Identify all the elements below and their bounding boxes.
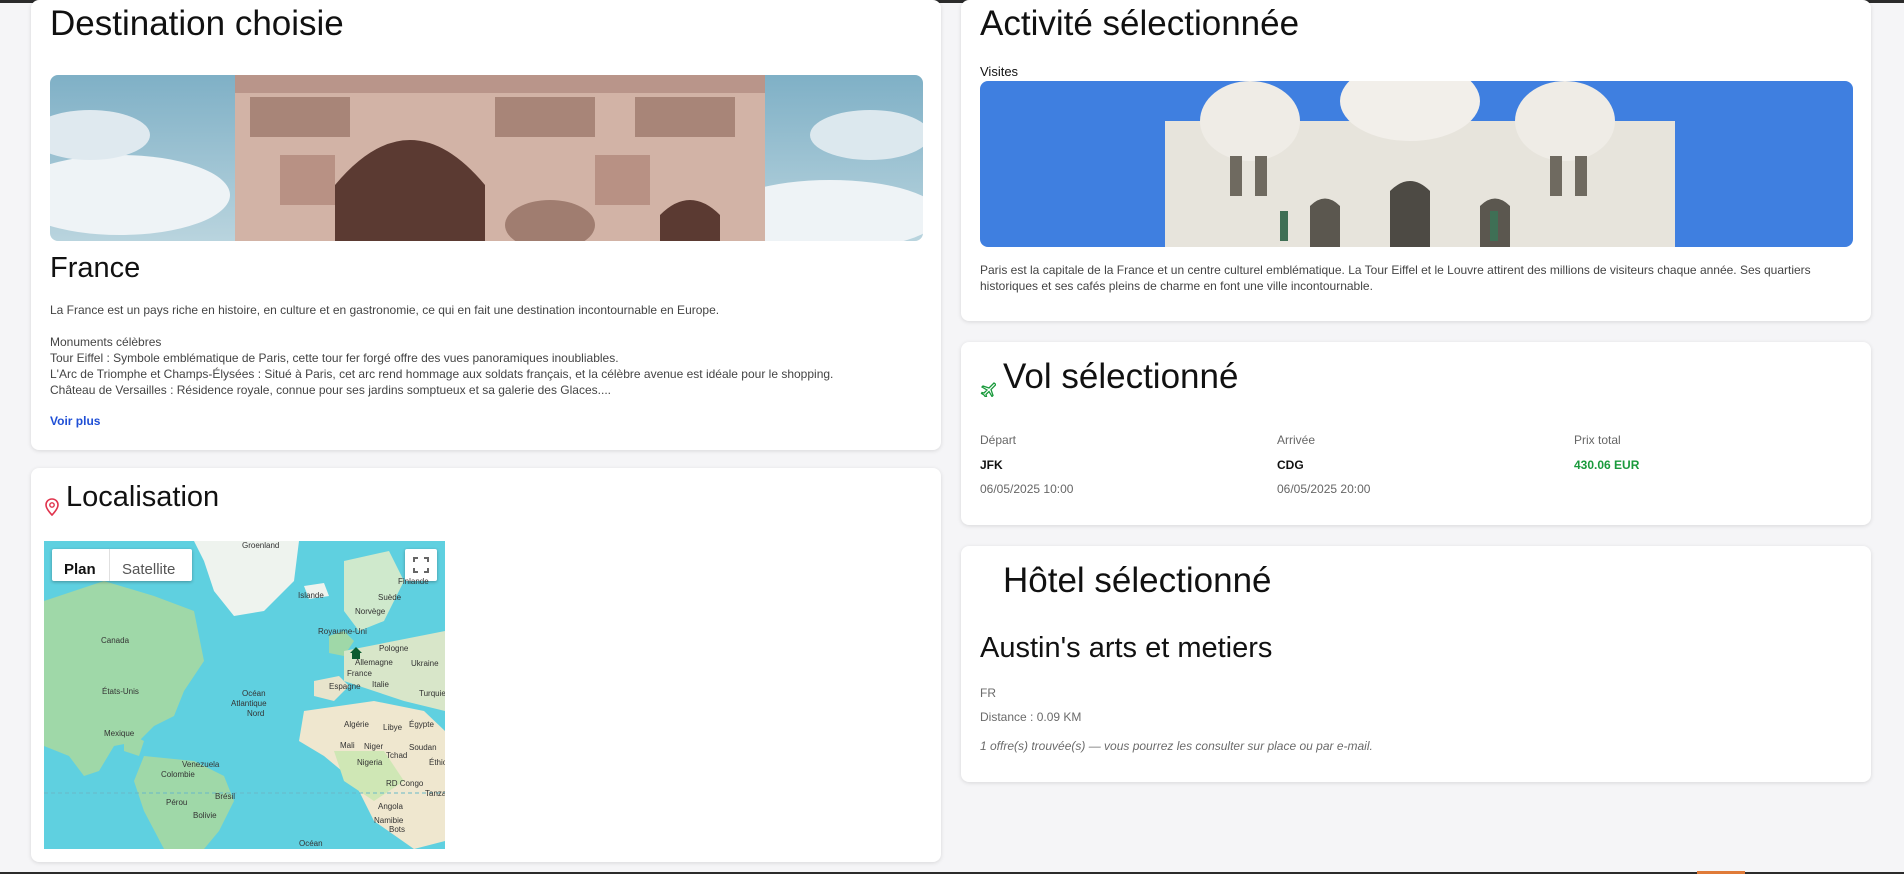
map-label: Algérie xyxy=(344,720,369,729)
map-label: Océan xyxy=(242,689,266,698)
map-label: Angola xyxy=(378,802,403,811)
map-label: RD Congo xyxy=(386,779,424,788)
departure-label: Départ xyxy=(980,433,1017,447)
total-price: 430.06 EUR xyxy=(1574,458,1640,472)
map-label: Canada xyxy=(101,636,130,645)
map-label: Suède xyxy=(378,593,402,602)
map-label: Colombie xyxy=(161,770,195,779)
map-label: Norvège xyxy=(355,607,386,616)
map-label: Atlantique xyxy=(231,699,267,708)
monument-item: Tour Eiffel : Symbole emblématique de Pa… xyxy=(50,351,619,365)
location-card: Localisation Plan Satellite Groenland Is… xyxy=(31,468,941,862)
map-label: Ukraine xyxy=(411,659,439,668)
map-label: Allemagne xyxy=(355,658,393,667)
hotel-country-code: FR xyxy=(980,686,996,700)
monuments-title: Monuments célèbres xyxy=(50,335,162,349)
map-label: Mexique xyxy=(104,729,135,738)
see-more-link[interactable]: Voir plus xyxy=(50,414,100,428)
activity-card: Activité sélectionnée Visites Paris est … xyxy=(961,0,1871,321)
hotel-heading: Hôtel sélectionné xyxy=(1003,561,1272,600)
map-label: Bolivie xyxy=(193,811,217,820)
map-label: Niger xyxy=(364,742,384,751)
monument-item: Château de Versailles : Résidence royale… xyxy=(50,383,611,397)
sacre-coeur-image xyxy=(980,81,1853,247)
map-label: Namibie xyxy=(374,816,404,825)
destination-country: France xyxy=(50,252,141,284)
map-label: Pologne xyxy=(379,644,409,653)
map-label: Mali xyxy=(340,741,355,750)
map-label: Tchad xyxy=(386,751,408,760)
map-label: Égypte xyxy=(409,720,434,729)
hotel-offers-note: 1 offre(s) trouvée(s) — vous pourrez les… xyxy=(980,739,1373,753)
destination-description: La France est un pays riche en histoire,… xyxy=(50,303,720,317)
map-label: Turquie xyxy=(419,689,445,698)
map-label: Groenland xyxy=(242,541,280,550)
arrival-code: CDG xyxy=(1277,458,1304,472)
hotel-distance: Distance : 0.09 KM xyxy=(980,710,1082,724)
map-type-control: Plan Satellite xyxy=(52,549,192,581)
map-label: Libye xyxy=(383,723,403,732)
location-heading: Localisation xyxy=(66,481,220,513)
map-tab-divider xyxy=(109,549,110,581)
map-label: Éthio xyxy=(429,758,445,767)
map-label: Nigeria xyxy=(357,758,383,767)
map-label: Tanzan xyxy=(425,789,445,798)
activity-heading: Activité sélectionnée xyxy=(980,4,1300,43)
arrival-label: Arrivée xyxy=(1277,433,1316,447)
hotel-name: Austin's arts et metiers xyxy=(980,632,1273,664)
map-label: Espagne xyxy=(329,682,361,691)
map-label: France xyxy=(347,669,372,678)
map-tab-satellite[interactable]: Satellite xyxy=(122,561,175,578)
map-label: Océan xyxy=(299,839,323,848)
arrival-date: 06/05/2025 20:00 xyxy=(1277,482,1371,496)
map-label: Royaume-Uni xyxy=(318,627,367,636)
map-label: Venezuela xyxy=(182,760,220,769)
map-tab-plan[interactable]: Plan xyxy=(64,561,96,578)
flight-heading: Vol sélectionné xyxy=(1003,357,1239,396)
price-label: Prix total xyxy=(1574,433,1621,447)
arc-de-triomphe-image xyxy=(50,75,923,241)
activity-category: Visites xyxy=(980,64,1019,79)
hotel-card: Hôtel sélectionné Austin's arts et metie… xyxy=(961,546,1871,782)
map-pin-icon xyxy=(45,498,59,521)
map[interactable]: Plan Satellite Groenland Islande Suède F… xyxy=(44,541,445,849)
map-label: Nord xyxy=(247,709,265,718)
destination-heading: Destination choisie xyxy=(50,4,344,43)
map-label: Finlande xyxy=(398,577,429,586)
flight-card: Vol sélectionné Départ Arrivée Prix tota… xyxy=(961,342,1871,525)
map-label: Bots xyxy=(389,825,406,834)
map-label: Brésil xyxy=(215,792,236,801)
map-label: Islande xyxy=(298,591,324,600)
destination-card: Destination choisie France La France est… xyxy=(31,0,941,450)
map-label: Soudan xyxy=(409,743,437,752)
departure-date: 06/05/2025 10:00 xyxy=(980,482,1074,496)
monument-item: L'Arc de Triomphe et Champs-Élysées : Si… xyxy=(50,367,834,381)
map-label: Italie xyxy=(372,680,389,689)
map-label: Pérou xyxy=(166,798,188,807)
departure-code: JFK xyxy=(980,458,1003,472)
activity-description: Paris est la capitale de la France et un… xyxy=(980,263,1811,293)
airplane-icon xyxy=(980,381,997,402)
map-label: États-Unis xyxy=(102,687,139,696)
